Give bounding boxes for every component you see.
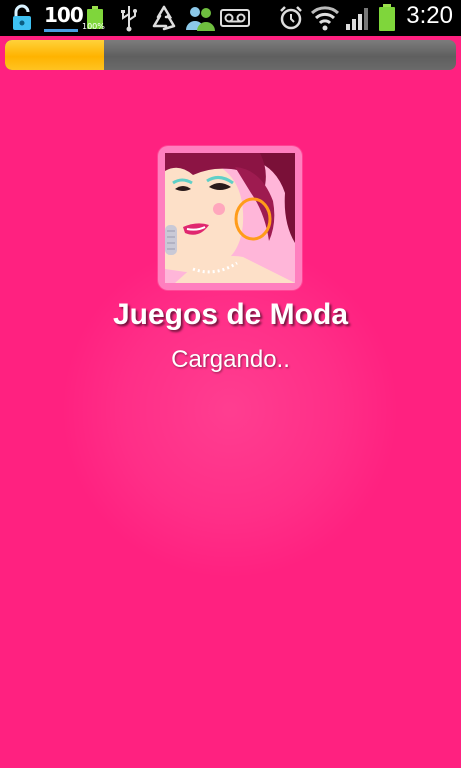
app-icon: [158, 146, 302, 290]
clock: 3:20: [406, 2, 453, 29]
usb-icon: [121, 6, 137, 32]
people-icon: [186, 7, 215, 31]
battery-full-icon: [379, 4, 395, 31]
loading-progress-bar: [5, 40, 456, 70]
lock-icon: [13, 4, 31, 30]
app-title: Juegos de Moda: [112, 298, 349, 331]
recycle-icon: [152, 5, 176, 31]
status-bar: 100 100% 3:20: [0, 0, 461, 36]
battery-level-indicator: 100: [44, 3, 84, 27]
signal-icon: [346, 8, 368, 30]
voicemail-icon: [220, 9, 250, 27]
wifi-icon: [310, 6, 340, 31]
battery-level-underline: [44, 29, 78, 32]
loading-progress-fill: [5, 40, 105, 70]
alarm-icon: [280, 6, 302, 30]
fashion-girl-illustration: [165, 153, 295, 283]
background-glow: [60, 240, 400, 580]
loading-status-text: Cargando..: [171, 346, 290, 373]
battery-percent-label: 100%: [82, 22, 105, 31]
